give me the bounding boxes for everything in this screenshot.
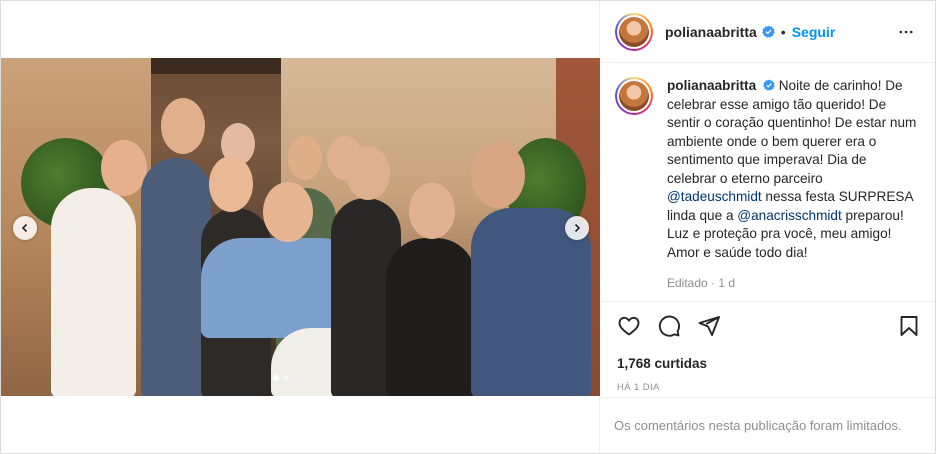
header-separator: • [780,23,786,40]
bookmark-icon[interactable] [897,314,921,338]
caption-username[interactable]: polianaabritta [667,78,756,93]
verified-badge-icon [762,25,775,38]
comments-limited-notice: Os comentários nesta publicação foram li… [601,397,935,453]
photo-person [51,188,136,396]
author-username[interactable]: polianaabritta [665,24,757,40]
carousel-next-button[interactable] [565,216,589,240]
mention-link-anacrisschmidt[interactable]: @anacrisschmidt [737,208,841,223]
avatar-image [619,81,649,111]
edited-timestamp: Editado · 1 d [667,276,736,290]
follow-button[interactable]: Seguir [792,24,836,40]
chevron-right-icon [574,223,581,233]
photo-face [288,136,322,180]
media-pane [1,1,600,453]
photo-face [101,140,147,196]
carousel-dot-active [273,375,279,381]
photo-face [209,156,253,212]
post-photo[interactable] [1,58,600,396]
caption-text: polianaabritta Noite de carinho! De cele… [667,77,919,262]
mention-link-tadeuschmidt[interactable]: @tadeuschmidt [667,189,762,204]
avatar-image [619,16,649,47]
photo-face [471,142,525,208]
post-time-ago: HÁ 1 DIA [617,382,660,393]
photo-face [346,146,390,200]
caption-body-1: Noite de carinho! De celebrar esse amigo… [667,78,917,186]
carousel-prev-button[interactable] [13,216,37,240]
photo-face [263,182,313,242]
share-icon[interactable] [697,314,721,338]
more-options-icon[interactable] [897,23,915,41]
caption-avatar[interactable] [615,77,653,115]
verified-badge-icon [763,79,775,91]
comment-icon[interactable] [657,314,681,338]
author-avatar[interactable] [615,12,653,51]
likes-count[interactable]: 1,768 curtidas [617,356,707,371]
post-caption: polianaabritta Noite de carinho! De cele… [615,77,925,262]
carousel-indicator [273,375,289,381]
photo-face [161,98,205,154]
instagram-post: polianaabritta • Seguir polianaabritta N… [0,0,936,454]
post-sidebar: polianaabritta • Seguir polianaabritta N… [601,1,935,453]
photo-person [386,238,476,396]
heart-icon[interactable] [617,314,641,338]
carousel-dot [283,375,289,381]
photo-face [409,183,455,239]
post-header: polianaabritta • Seguir [601,1,935,63]
chevron-left-icon [21,223,28,233]
